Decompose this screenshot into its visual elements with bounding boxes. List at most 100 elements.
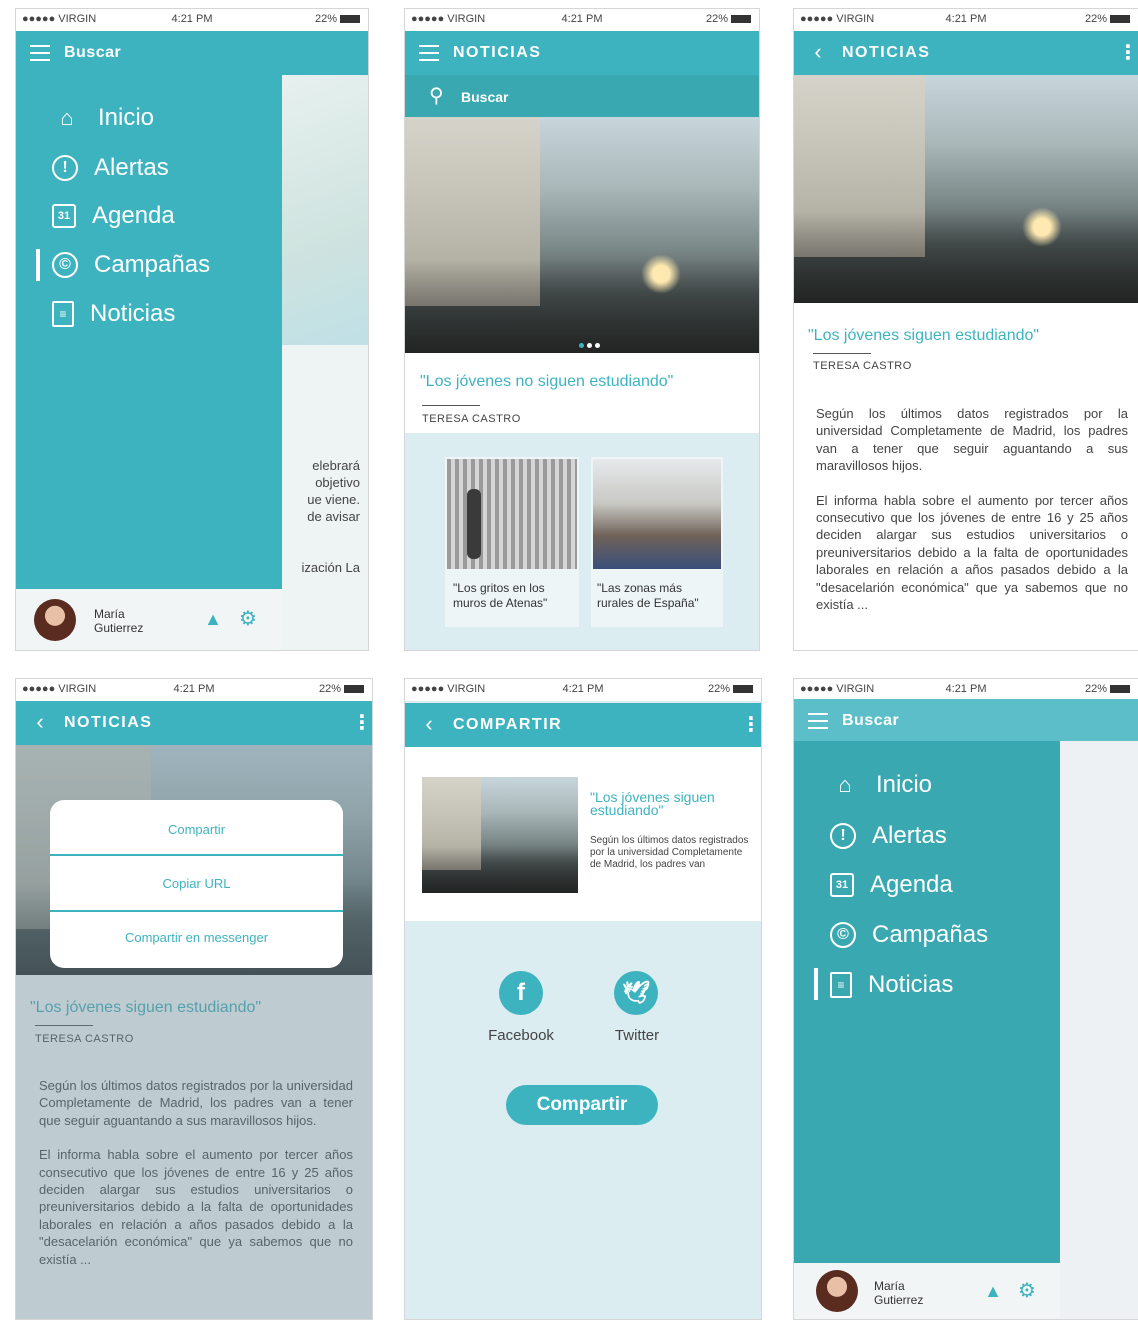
- menu-item-label: Alertas: [94, 154, 169, 181]
- share-preview-text: Según los últimos datos registrados por …: [590, 835, 749, 870]
- article-author: TERESA CASTRO: [813, 360, 912, 372]
- menu-item-alertas[interactable]: ! Alertas: [52, 151, 169, 185]
- background-text-line: elebrará: [312, 458, 360, 473]
- menu-item-label: Agenda: [870, 871, 953, 898]
- app-bar-title: NOTICIAS: [842, 44, 931, 61]
- app-bar-title: Buscar: [842, 712, 900, 729]
- back-arrow-icon[interactable]: ‹: [28, 710, 52, 734]
- menu-item-campanas[interactable]: © Campañas: [52, 248, 210, 282]
- screen-menu-noticias: ●●●●● VIRGIN 4:21 PM 22% Buscar ⌂ Inicio …: [793, 678, 1138, 1320]
- back-arrow-icon[interactable]: ‹: [417, 712, 441, 736]
- news-card[interactable]: "Las zonas más rurales de España": [591, 457, 723, 627]
- facebook-label[interactable]: Facebook: [471, 1027, 571, 1044]
- share-option-compartir[interactable]: Compartir: [50, 804, 343, 856]
- menu-item-agenda[interactable]: 31 Agenda: [52, 199, 175, 233]
- home-icon: ⌂: [60, 105, 74, 130]
- active-indicator: [36, 249, 40, 281]
- campaign-icon: ©: [52, 252, 78, 278]
- news-card[interactable]: "Los gritos en los muros de Atenas": [445, 457, 579, 627]
- user-last-name: Gutierrez: [874, 1293, 924, 1307]
- more-options-icon[interactable]: ⋮: [741, 713, 761, 737]
- news-headline[interactable]: "Los jóvenes no siguen estudiando": [420, 373, 673, 391]
- calendar-icon: 31: [52, 204, 76, 228]
- menu-item-label: Campañas: [94, 251, 211, 278]
- share-option-copy-url[interactable]: Copiar URL: [50, 858, 343, 910]
- news-author: TERESA CASTRO: [422, 413, 521, 425]
- more-options-icon[interactable]: ⋮: [352, 711, 372, 735]
- menu-item-noticias[interactable]: ≡ Noticias: [830, 968, 953, 1002]
- menu-item-label: Inicio: [876, 771, 933, 798]
- app-bar: ‹ NOTICIAS ⋮: [794, 31, 1138, 75]
- dialog-divider: [50, 854, 343, 856]
- article-image: [794, 75, 1138, 303]
- avatar[interactable]: [34, 599, 76, 641]
- user-first-name: María: [94, 607, 125, 621]
- carousel-dot[interactable]: [587, 343, 592, 348]
- background-text-line: ue viene.: [307, 492, 360, 507]
- status-bar: ●●●●● VIRGIN 4:21 PM 22%: [405, 679, 761, 701]
- active-indicator: [814, 968, 818, 1000]
- status-bar: ●●●●● VIRGIN 4:21 PM 22%: [16, 9, 368, 31]
- search-bar[interactable]: ⚲ Buscar: [405, 75, 759, 117]
- more-options-icon[interactable]: ⋮: [1118, 41, 1138, 65]
- menu-item-alertas[interactable]: ! Alertas: [830, 819, 947, 853]
- screen-share-dialog: ●●●●● VIRGIN 4:21 PM 22% ‹ NOTICIAS ⋮ "L…: [15, 678, 373, 1320]
- alert-icon: !: [52, 155, 78, 181]
- app-bar: NOTICIAS: [405, 31, 759, 75]
- screen-news-list: ●●●●● VIRGIN 4:21 PM 22% NOTICIAS ⚲ Busc…: [404, 8, 760, 651]
- battery-indicator: 22%: [706, 13, 751, 25]
- battery-icon: [733, 685, 753, 694]
- hamburger-icon[interactable]: [417, 40, 441, 64]
- battery-indicator: 22%: [319, 683, 364, 695]
- featured-image[interactable]: [405, 117, 759, 353]
- battery-level: 22%: [707, 683, 730, 695]
- menu-item-inicio[interactable]: ⌂ Inicio: [830, 768, 932, 802]
- menu-item-label: Alertas: [872, 822, 947, 849]
- app-bar: Buscar: [16, 31, 368, 75]
- hamburger-icon[interactable]: [28, 40, 52, 64]
- share-preview-image: [422, 777, 578, 893]
- screen-share: ●●●●● VIRGIN 4:21 PM 22% ‹ COMPARTIR ⋮ "…: [404, 678, 762, 1320]
- facebook-icon[interactable]: f: [499, 971, 543, 1015]
- menu-item-noticias[interactable]: ≡ Noticias: [52, 297, 175, 331]
- battery-indicator: 22%: [315, 13, 360, 25]
- avatar[interactable]: [816, 1270, 858, 1312]
- bell-icon[interactable]: ▲: [204, 610, 222, 628]
- headline-divider: [422, 405, 480, 406]
- carousel-dots[interactable]: [579, 335, 609, 348]
- menu-item-label: Campañas: [872, 921, 989, 948]
- battery-level: 22%: [314, 13, 337, 25]
- user-name: María Gutierrez: [874, 1279, 923, 1307]
- screen-menu-campanas: ●●●●● VIRGIN 4:21 PM 22% Buscar elebrará…: [15, 8, 369, 651]
- back-arrow-icon[interactable]: ‹: [806, 40, 830, 64]
- battery-indicator: 22%: [1085, 683, 1130, 695]
- battery-icon: [344, 685, 364, 694]
- app-bar-title: COMPARTIR: [453, 716, 563, 733]
- gear-icon[interactable]: ⚙: [1017, 1281, 1037, 1301]
- twitter-label[interactable]: Twitter: [587, 1027, 687, 1044]
- background-image: [282, 75, 368, 345]
- calendar-icon: 31: [830, 873, 854, 897]
- share-option-messenger[interactable]: Compartir en messenger: [50, 912, 343, 964]
- news-card-figure: [467, 489, 481, 559]
- menu-item-label: Noticias: [90, 300, 176, 327]
- battery-level: 22%: [1084, 683, 1107, 695]
- background-text-line: objetivo: [315, 475, 360, 490]
- share-button[interactable]: Compartir: [506, 1085, 658, 1125]
- menu-item-agenda[interactable]: 31 Agenda: [830, 868, 953, 902]
- battery-indicator: 22%: [708, 683, 753, 695]
- menu-item-campanas[interactable]: © Campañas: [830, 918, 988, 952]
- hamburger-icon[interactable]: [806, 708, 830, 732]
- background-content: elebrará objetivo ue viene. de avisar iz…: [282, 75, 368, 650]
- carousel-dot[interactable]: [595, 343, 600, 348]
- battery-level: 22%: [705, 13, 728, 25]
- twitter-icon[interactable]: 🕊: [614, 971, 658, 1015]
- app-bar: ‹ NOTICIAS ⋮: [16, 701, 372, 745]
- side-menu: ⌂ Inicio ! Alertas 31 Agenda © Campañas ≡ Not…: [794, 741, 1060, 1265]
- gear-icon[interactable]: ⚙: [238, 609, 258, 629]
- menu-item-inicio[interactable]: ⌂ Inicio: [52, 101, 154, 135]
- carousel-dot[interactable]: [579, 343, 584, 348]
- bell-icon[interactable]: ▲: [984, 1282, 1002, 1300]
- battery-icon: [1110, 15, 1130, 24]
- related-news-section: "Los gritos en los muros de Atenas" "Las…: [405, 433, 759, 650]
